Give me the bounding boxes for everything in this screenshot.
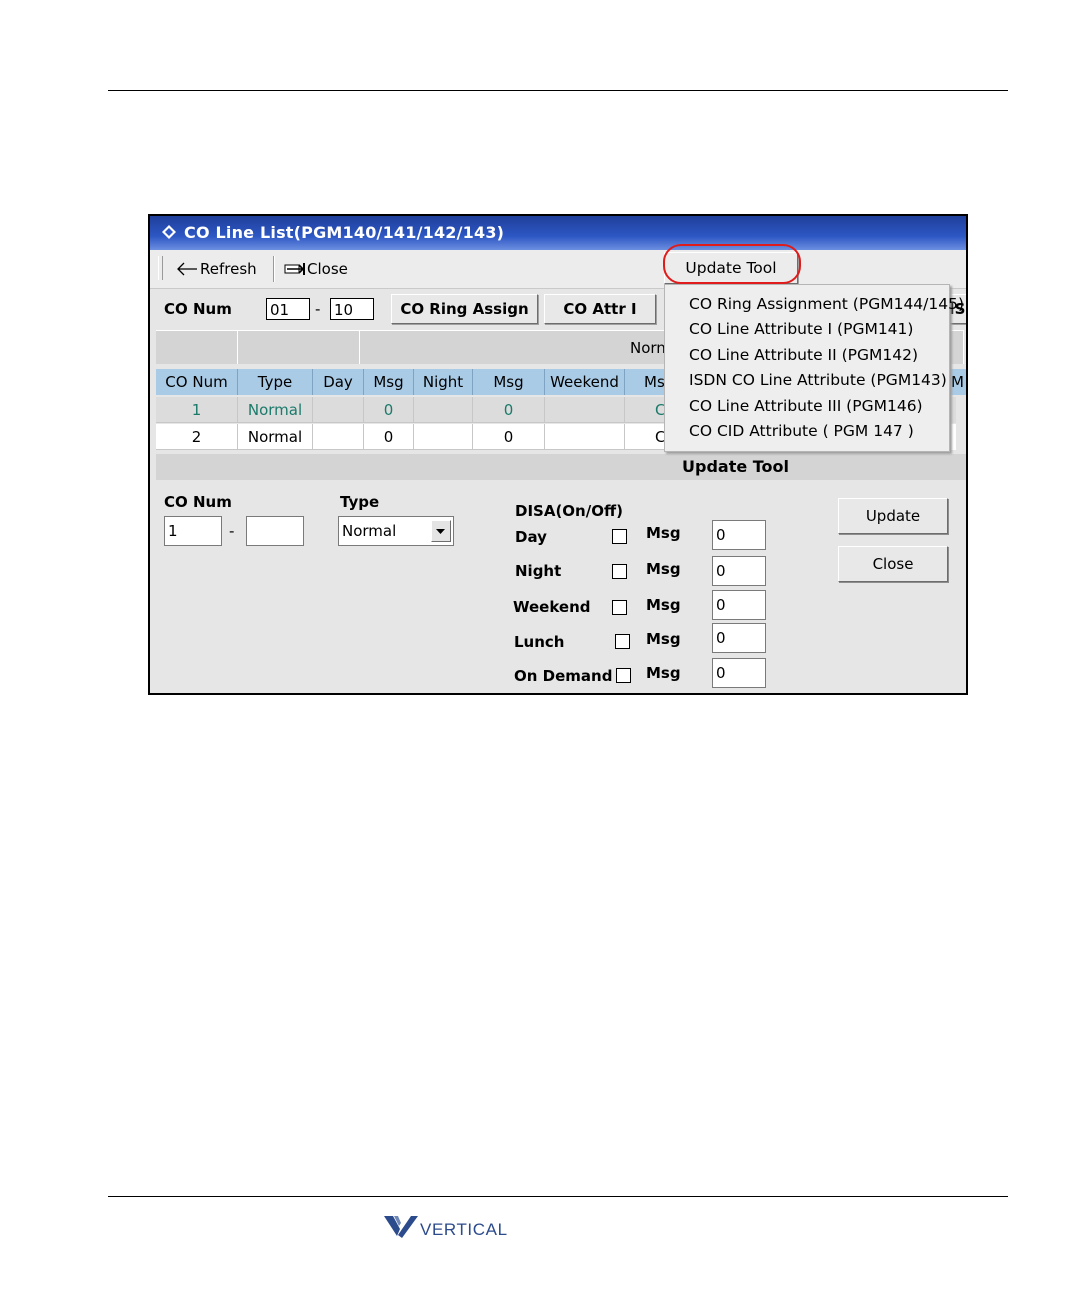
panel-type-label: Type xyxy=(340,493,380,511)
cell-weekend xyxy=(545,397,625,423)
mode-day-label: Day xyxy=(515,528,547,546)
cell-weekend xyxy=(545,424,625,450)
toolbar-separator xyxy=(273,256,275,282)
panel-co-num-to-input[interactable] xyxy=(246,516,304,546)
co-attr-button[interactable]: CO Attr I xyxy=(544,294,656,324)
back-arrow-icon xyxy=(177,262,197,276)
header-day[interactable]: Day xyxy=(313,369,364,395)
cell-day-msg: 0 xyxy=(364,424,414,450)
vertical-logo: VERTICAL xyxy=(384,1214,524,1240)
mode-on-demand-checkbox[interactable] xyxy=(616,668,631,683)
group-cell-2 xyxy=(238,330,360,364)
refresh-label: Refresh xyxy=(200,260,257,278)
mode-lunch-checkbox[interactable] xyxy=(615,634,630,649)
mode-day-checkbox[interactable] xyxy=(612,529,627,544)
mode-weekend-msg-input[interactable]: 0 xyxy=(712,590,766,620)
cell-day xyxy=(313,424,364,450)
header-night-msg[interactable]: Msg xyxy=(473,369,545,395)
close-button[interactable]: Close xyxy=(838,546,948,582)
cell-night-msg: 0 xyxy=(473,397,545,423)
group-cell-1 xyxy=(156,330,238,364)
cell-day xyxy=(313,397,364,423)
mode-day-msg-label: Msg xyxy=(646,524,681,542)
top-rule xyxy=(108,90,1008,91)
title-bar: CO Line List(PGM140/141/142/143) xyxy=(150,216,966,250)
co-num-from-input[interactable]: 01 xyxy=(266,298,310,320)
menu-item-co-ring-assignment[interactable]: CO Ring Assignment (PGM144/145) xyxy=(689,295,964,313)
header-weekend-msg[interactable]: Ms xyxy=(625,369,665,395)
cell-type: Normal xyxy=(238,424,313,450)
cell-type: Normal xyxy=(238,397,313,423)
cell-night-msg: 0 xyxy=(473,424,545,450)
mode-weekend-msg-label: Msg xyxy=(646,596,681,614)
panel-co-num-label: CO Num xyxy=(164,493,232,511)
cell-day-msg: 0 xyxy=(364,397,414,423)
co-ring-assign-button[interactable]: CO Ring Assign xyxy=(391,294,538,324)
mode-night-msg-input[interactable]: 0 xyxy=(712,556,766,586)
type-select[interactable]: Normal xyxy=(338,516,454,546)
header-day-msg[interactable]: Msg xyxy=(364,369,414,395)
mode-lunch-msg-input[interactable]: 0 xyxy=(712,623,766,653)
panel-co-num-from-input[interactable]: 1 xyxy=(164,516,222,546)
cell-night xyxy=(414,397,473,423)
header-co-num[interactable]: CO Num xyxy=(156,369,238,395)
close-toolbar-button[interactable]: Close xyxy=(284,256,348,282)
highlight-circle xyxy=(663,244,801,284)
update-tool-title: Update Tool xyxy=(682,457,790,476)
bottom-rule xyxy=(108,1196,1008,1197)
mode-night-checkbox[interactable] xyxy=(612,564,627,579)
window-title: CO Line List(PGM140/141/142/143) xyxy=(184,223,505,242)
mode-lunch-label: Lunch xyxy=(514,633,565,651)
mode-weekend-checkbox[interactable] xyxy=(612,600,627,615)
chevron-down-icon[interactable] xyxy=(431,520,451,542)
exit-icon xyxy=(284,263,305,275)
cell-night xyxy=(414,424,473,450)
co-num-to-input[interactable]: 10 xyxy=(330,298,374,320)
menu-item-co-line-attribute-1[interactable]: CO Line Attribute I (PGM141) xyxy=(689,320,913,338)
mode-weekend-label: Weekend xyxy=(513,598,591,616)
mode-night-msg-label: Msg xyxy=(646,560,681,578)
header-night[interactable]: Night xyxy=(414,369,473,395)
update-tool-header: Update Tool xyxy=(156,454,966,480)
header-more[interactable]: M xyxy=(951,369,966,395)
mode-lunch-msg-label: Msg xyxy=(646,630,681,648)
toolbar-grip[interactable] xyxy=(158,256,163,280)
mode-on-demand-msg-input[interactable]: 0 xyxy=(712,658,766,688)
disa-label: DISA(On/Off) xyxy=(515,502,623,520)
menu-item-co-line-attribute-3[interactable]: CO Line Attribute III (PGM146) xyxy=(689,397,923,415)
update-button[interactable]: Update xyxy=(838,498,948,534)
vertical-logo-mark-icon xyxy=(384,1216,418,1238)
type-select-value: Normal xyxy=(342,522,397,540)
co-num-filter-label: CO Num xyxy=(164,300,232,318)
cell-co-num: 1 xyxy=(156,397,238,423)
cell-co-num: 2 xyxy=(156,424,238,450)
header-weekend[interactable]: Weekend xyxy=(545,369,625,395)
mode-on-demand-msg-label: Msg xyxy=(646,664,681,682)
refresh-button[interactable]: Refresh xyxy=(176,256,257,282)
mode-night-label: Night xyxy=(515,562,562,580)
header-type[interactable]: Type xyxy=(238,369,313,395)
cell-weekend-msg: C xyxy=(625,424,665,450)
mode-on-demand-label: On Demand xyxy=(514,667,613,685)
menu-item-co-line-attribute-2[interactable]: CO Line Attribute II (PGM142) xyxy=(689,346,918,364)
co-line-list-window: CO Line List(PGM140/141/142/143) Refresh… xyxy=(148,214,968,695)
close-label: Close xyxy=(307,260,348,278)
panel-range-dash: - xyxy=(229,522,235,540)
group-normal-label: Norn xyxy=(630,339,666,357)
menu-item-co-cid-attribute[interactable]: CO CID Attribute ( PGM 147 ) xyxy=(689,422,914,440)
cell-weekend-msg: C xyxy=(625,397,665,423)
range-dash: - xyxy=(315,300,321,318)
vertical-logo-text: VERTICAL xyxy=(420,1220,508,1239)
update-tool-dropdown: CO Ring Assignment (PGM144/145) CO Line … xyxy=(664,284,964,452)
app-icon xyxy=(162,225,176,239)
menu-item-isdn-co-line-attribute[interactable]: ISDN CO Line Attribute (PGM143) xyxy=(689,371,947,389)
mode-day-msg-input[interactable]: 0 xyxy=(712,520,766,550)
